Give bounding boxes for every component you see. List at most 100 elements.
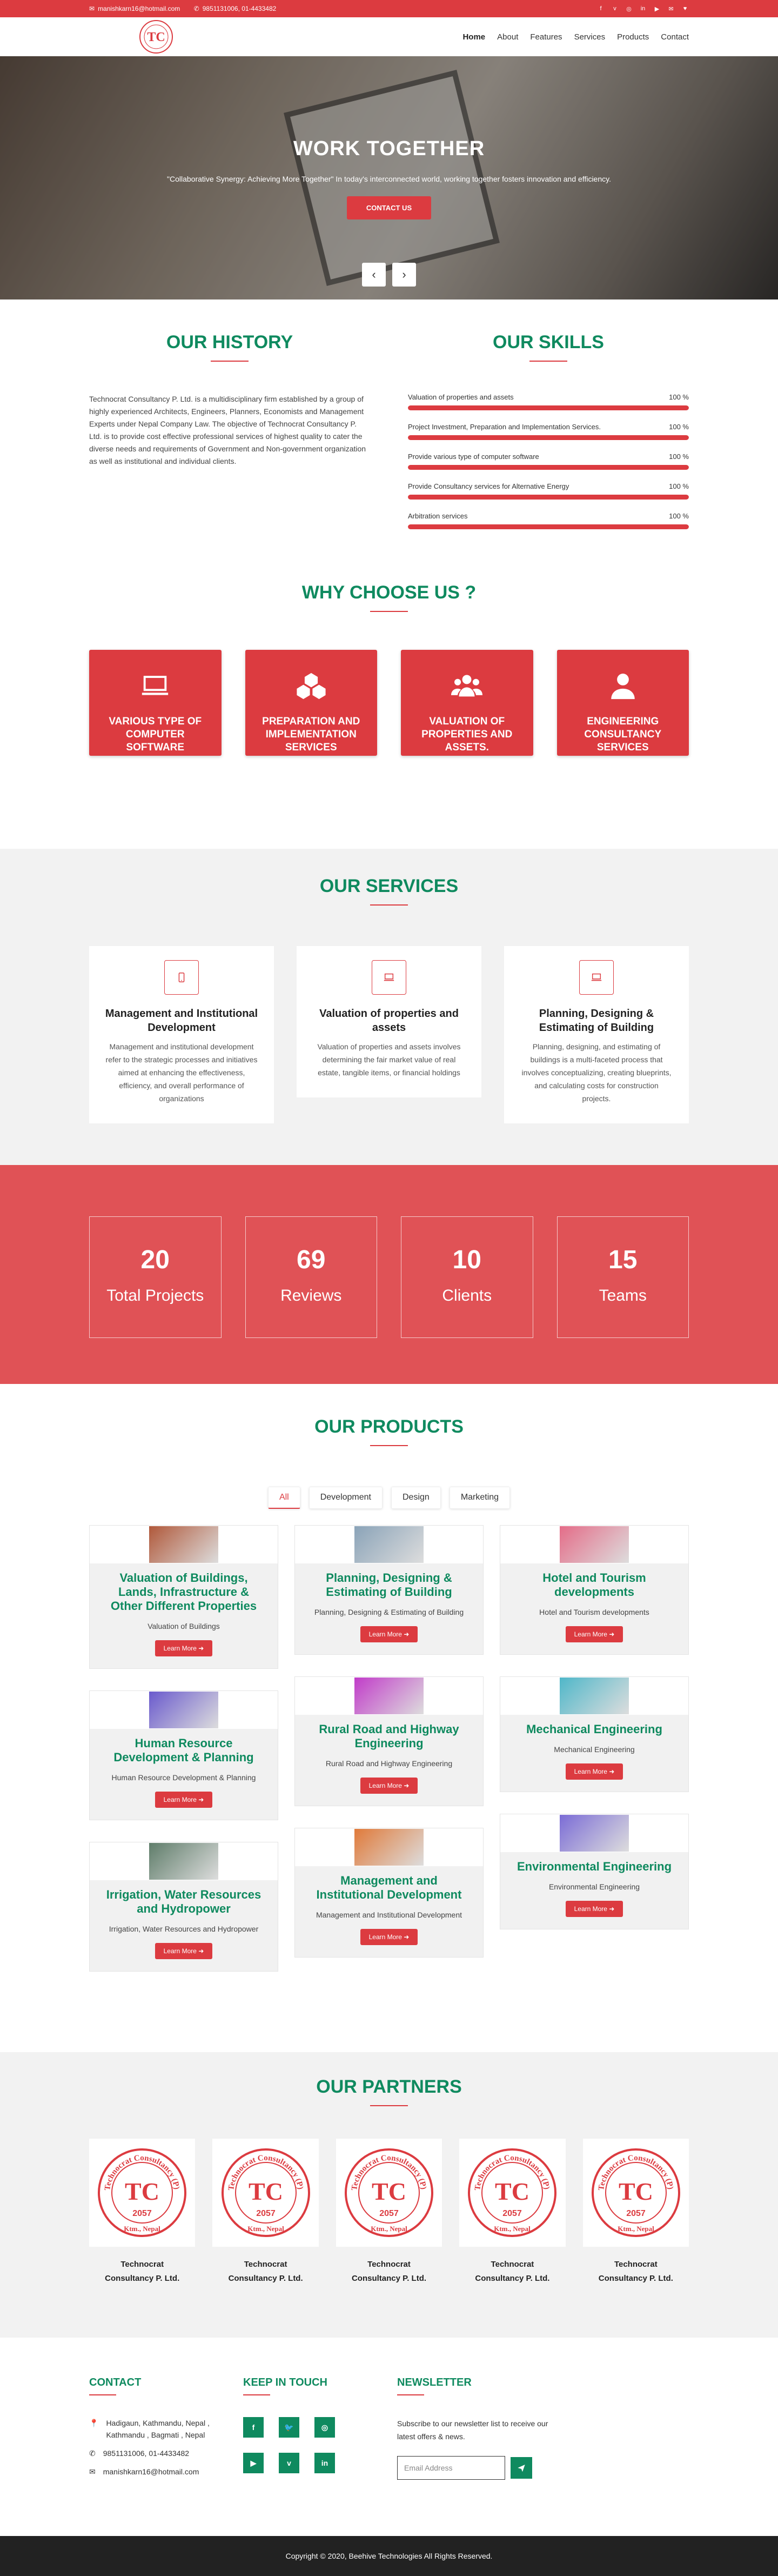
partner-name: Technocrat Consultancy P. Ltd. [598,2260,673,2283]
why-card-engineering[interactable]: ENGINEERING CONSULTANCY SERVICES [556,650,689,756]
slider-prev-button[interactable]: ‹ [362,263,386,287]
history-section: OUR HISTORY Technocrat Consultancy P. Lt… [89,332,370,542]
product-card: Valuation of Buildings, Lands, Infrastru… [89,1525,278,1669]
skill-percent: 100 % [669,423,689,431]
footer: CONTACT 📍 Hadigaun, Kathmandu, Nepal , Ka… [0,2338,778,2536]
mobile-icon [164,960,199,995]
nav-contact[interactable]: Contact [661,32,689,42]
slider-next-button[interactable]: › [392,263,416,287]
nav-about[interactable]: About [497,32,518,42]
filter-design[interactable]: Design [391,1487,441,1509]
why-card-label: VALUATION OF PROPERTIES AND ASSETS. [421,716,513,753]
partner-card[interactable]: Technocrat Consultancy (P) Ltd. TC 2057 … [459,2139,566,2286]
top-phone-text: 9851131006, 01-4433482 [202,5,277,12]
stats-section: 20 Total Projects 69 Reviews 10 Clients 15 T… [0,1165,778,1384]
product-image [295,1526,483,1563]
skill-progress-fill [408,495,689,500]
learn-more-button[interactable]: Learn More ➜ [155,1943,213,1959]
facebook-icon[interactable]: f [243,2417,264,2438]
service-title: Management and Institutional Development [105,1008,258,1034]
product-title[interactable]: Hotel and Tourism developments [500,1563,688,1599]
product-subtitle: Irrigation, Water Resources and Hydropow… [109,1925,259,1933]
why-title: WHY CHOOSE US ? [301,582,477,603]
product-subtitle: Mechanical Engineering [554,1745,635,1754]
phone-icon: ✆ [89,2449,96,2458]
footer-email[interactable]: manishkarn16@hotmail.com [103,2466,199,2478]
product-title[interactable]: Human Resource Development & Planning [90,1729,278,1765]
nav-features[interactable]: Features [530,32,562,42]
svg-text:2057: 2057 [503,2209,522,2218]
newsletter-email-input[interactable]: Email Address [397,2456,505,2480]
partner-card[interactable]: Technocrat Consultancy (P) Ltd. TC 2057 … [582,2139,689,2286]
partner-card[interactable]: Technocrat Consultancy (P) Ltd. TC 2057 … [336,2139,442,2286]
learn-more-button[interactable]: Learn More ➜ [565,1901,623,1917]
svg-text:TC: TC [619,2178,653,2205]
send-icon [518,2465,525,2472]
facebook-icon[interactable]: f [597,5,605,12]
product-card: Human Resource Development & Planning Hu… [89,1690,278,1820]
footer-newsletter-title: NEWSLETTER [397,2377,472,2388]
why-card-implementation[interactable]: PREPARATION AND IMPLEMENTATION SERVICES [245,650,377,756]
twitter-icon[interactable]: 🐦 [279,2417,299,2438]
learn-more-button[interactable]: Learn More ➜ [565,1763,623,1780]
youtube-icon[interactable]: ▶ [243,2453,264,2473]
newsletter-submit-button[interactable] [511,2457,532,2479]
instagram-icon[interactable]: ◎ [314,2417,335,2438]
stat-label: Reviews [280,1287,342,1304]
product-image [90,1691,278,1729]
product-title[interactable]: Planning, Designing & Estimating of Buil… [295,1563,483,1599]
history-title: OUR HISTORY [166,332,293,352]
nav-products[interactable]: Products [617,32,649,42]
linkedin-icon[interactable]: in [314,2453,335,2473]
product-title[interactable]: Rural Road and Highway Engineering [295,1715,483,1750]
product-title[interactable]: Irrigation, Water Resources and Hydropow… [90,1880,278,1916]
footer-phone[interactable]: 9851131006, 01-4433482 [103,2447,189,2459]
vimeo-icon[interactable]: v [279,2453,299,2473]
vimeo-icon[interactable]: v [611,5,619,12]
product-title[interactable]: Management and Institutional Development [295,1866,483,1902]
filter-marketing[interactable]: Marketing [449,1487,511,1509]
service-card[interactable]: Management and Institutional Development… [89,946,274,1123]
title-divider [370,2105,408,2106]
stat-total-projects: 20 Total Projects [89,1216,222,1338]
why-card-label: PREPARATION AND IMPLEMENTATION SERVICES [262,716,360,753]
company-logo[interactable]: TC [139,19,173,54]
instagram-icon[interactable]: ◎ [625,5,633,12]
nav-home[interactable]: Home [462,32,485,42]
linkedin-icon[interactable]: in [639,5,647,12]
mail-icon[interactable]: ✉ [667,5,675,12]
learn-more-button[interactable]: Learn More ➜ [155,1640,213,1656]
filter-development[interactable]: Development [308,1487,383,1509]
top-phone[interactable]: ✆ 9851131006, 01-4433482 [194,5,277,12]
partner-card[interactable]: Technocrat Consultancy (P) Ltd. TC 2057 … [89,2139,196,2286]
learn-more-button[interactable]: Learn More ➜ [360,1778,418,1794]
learn-more-button[interactable]: Learn More ➜ [360,1626,418,1642]
service-card[interactable]: Valuation of properties and assets Valua… [297,946,481,1097]
learn-more-button[interactable]: Learn More ➜ [360,1929,418,1945]
why-choose-section: WHY CHOOSE US ? VARIOUS TYPE OF COMPUTER… [89,542,689,796]
laptop-icon [142,676,169,695]
newsletter-text: Subscribe to our newsletter list to rece… [397,2419,548,2441]
why-card-software[interactable]: VARIOUS TYPE OF COMPUTER SOFTWARE [89,650,222,756]
hero-slider: WORK TOGETHER "Collaborative Synergy: Ac… [0,56,778,299]
heart-icon[interactable]: ♥ [681,5,689,12]
why-card-valuation[interactable]: VALUATION OF PROPERTIES AND ASSETS. [401,650,533,756]
youtube-icon[interactable]: ▶ [653,5,661,12]
learn-more-button[interactable]: Learn More ➜ [565,1626,623,1642]
skill-progress-fill [408,524,689,529]
partner-card[interactable]: Technocrat Consultancy (P) Ltd. TC 2057 … [212,2139,319,2286]
skill-label: Valuation of properties and assets [408,393,514,401]
svg-text:TC: TC [495,2178,529,2205]
product-title[interactable]: Mechanical Engineering [500,1715,688,1736]
contact-us-button[interactable]: CONTACT US [346,196,432,219]
product-image [500,1526,688,1563]
top-email[interactable]: ✉ manishkarn16@hotmail.com [89,5,180,12]
filter-all[interactable]: All [267,1487,300,1509]
nav-services[interactable]: Services [574,32,606,42]
learn-more-button[interactable]: Learn More ➜ [155,1792,213,1808]
title-divider [370,904,408,906]
product-title[interactable]: Valuation of Buildings, Lands, Infrastru… [90,1563,278,1613]
product-title[interactable]: Environmental Engineering [500,1852,688,1874]
copyright-bar: Copyright © 2020, Beehive Technologies A… [0,2536,778,2576]
service-card[interactable]: Planning, Designing & Estimating of Buil… [504,946,689,1123]
